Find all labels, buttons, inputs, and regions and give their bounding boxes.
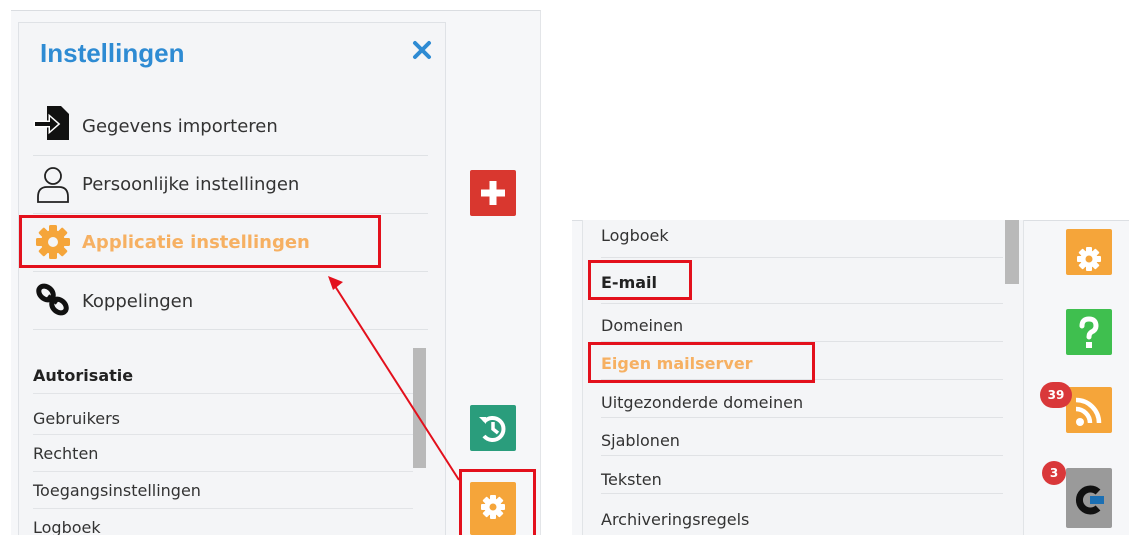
list-label: Domeinen [601,316,684,335]
gear-icon [33,222,73,262]
list-item-logbook[interactable]: Logboek [601,220,1003,258]
list-label: Archiveringsregels [601,510,750,529]
highlight-box [588,260,692,300]
menu-label-links: Koppelingen [82,291,194,312]
list-label: Uitgezonderde domeinen [601,393,804,412]
import-icon [33,103,73,143]
section-title: Autorisatie [33,366,134,385]
list-item-excluded-domains[interactable]: Uitgezonderde domeinen [601,380,1003,418]
list-label: Teksten [601,470,662,489]
highlight-box [588,342,815,383]
list-item-archiving[interactable]: Archiveringsregels [601,494,1003,532]
scrollbar-thumb[interactable] [413,348,426,468]
menu-label-import: Gegevens importeren [82,116,278,137]
menu-label-personal: Persoonlijke instellingen [82,174,300,195]
rss-button[interactable] [1066,387,1112,433]
sub-item-access[interactable]: Toegangsinstellingen [33,472,413,509]
add-button[interactable] [470,170,516,216]
notification-badge: 3 [1042,461,1066,485]
history-button[interactable] [470,405,516,451]
settings-button[interactable] [1066,229,1112,275]
help-button[interactable] [1066,309,1112,355]
divider [33,393,413,394]
list-label: Logboek [601,226,669,245]
user-icon [33,164,73,204]
app-logo-icon [1076,485,1104,515]
sub-label: Rechten [33,444,99,463]
sub-label: Toegangsinstellingen [33,481,201,500]
link-icon [33,280,73,320]
sub-label: Gebruikers [33,409,121,428]
list-item-templates[interactable]: Sjablonen [601,418,1003,456]
menu-label-application: Applicatie instellingen [82,232,310,253]
app-button[interactable] [1066,468,1112,528]
settings-button[interactable] [470,482,516,535]
panel-title: Instellingen [40,38,185,68]
sub-item-users[interactable]: Gebruikers [33,398,413,435]
sub-item-log[interactable]: Logboek [33,509,413,535]
list-item-texts[interactable]: Teksten [601,456,1003,494]
list-item-domains[interactable]: Domeinen [601,304,1003,342]
scrollbar-thumb[interactable] [1005,220,1019,284]
notification-badge: 39 [1040,382,1072,408]
sub-item-rights[interactable]: Rechten [33,435,413,472]
sub-label: Logboek [33,518,101,535]
left-screenshot: Instellingen Gegevens importeren Persoon… [0,0,541,535]
list-label: Sjablonen [601,431,680,450]
close-icon[interactable] [412,38,432,62]
